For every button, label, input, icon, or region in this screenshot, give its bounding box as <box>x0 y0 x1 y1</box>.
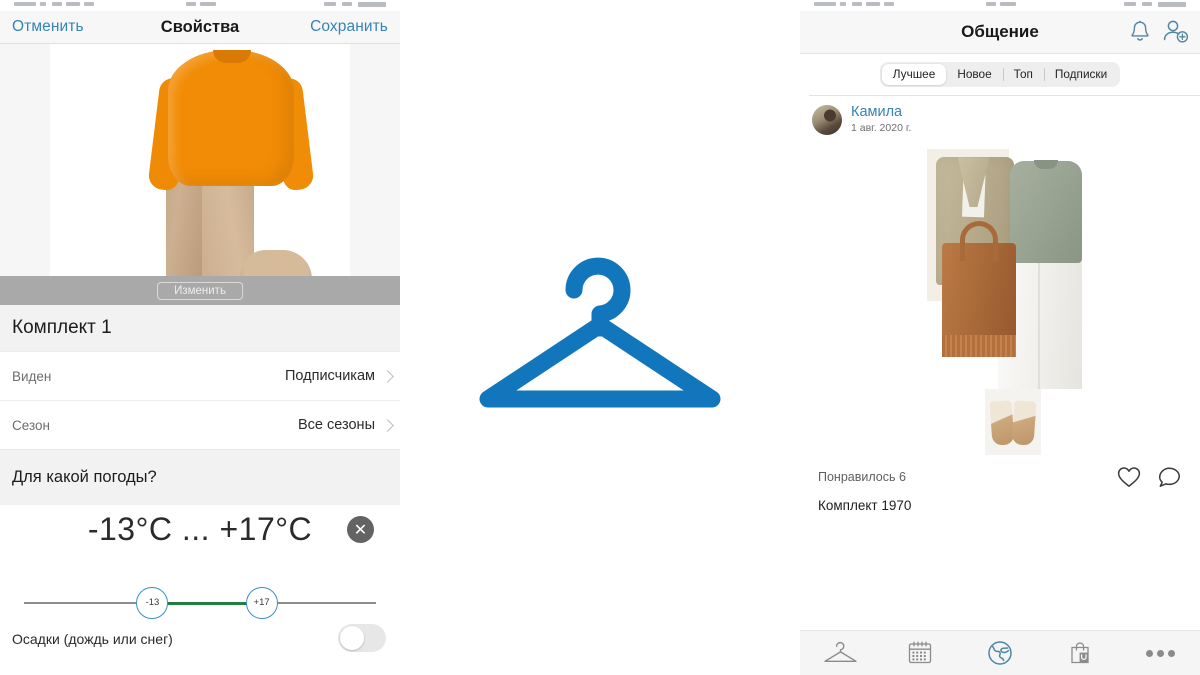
status-carrier-glyph <box>814 2 836 6</box>
left-phone-panel: Отменить Свойства Сохранить Изменить Ком… <box>0 0 400 675</box>
navbar-icon-group <box>1128 19 1190 45</box>
feed-filter-tabs: Лучшее Новое Топ Подписки <box>800 54 1200 95</box>
property-row-visibility[interactable]: Виден Подписчикам <box>0 351 400 400</box>
right-navbar: Общение <box>800 11 1200 54</box>
segmented-control: Лучшее Новое Топ Подписки <box>879 62 1121 87</box>
more-icon <box>1145 649 1175 657</box>
tab-wardrobe[interactable] <box>815 640 865 666</box>
status-glyph <box>66 2 80 6</box>
temperature-range-control: -13°C ... +17°C ✕ -13 +17 <box>0 505 400 623</box>
likes-count-label: Понравилось 6 <box>818 470 906 485</box>
temperature-range-slider[interactable]: -13 +17 <box>24 583 376 623</box>
status-glyph <box>52 2 62 6</box>
tab-shop[interactable] <box>1055 639 1105 667</box>
mule-shoe-left <box>988 400 1015 447</box>
property-row-season[interactable]: Сезон Все сезоны <box>0 400 400 449</box>
status-glyph <box>84 2 94 6</box>
precipitation-row[interactable]: Осадки (дождь или снег) <box>0 623 400 653</box>
status-glyph <box>40 2 46 6</box>
edit-band: Изменить <box>0 276 400 305</box>
temperature-range-value: -13°C ... +17°C <box>87 511 313 547</box>
hanger-icon <box>824 641 857 662</box>
status-glyph <box>342 2 352 6</box>
property-value-group: Подписчикам <box>284 368 394 384</box>
green-tshirt <box>1009 160 1082 264</box>
save-button[interactable]: Сохранить <box>310 18 388 36</box>
globe-icon <box>988 641 1012 665</box>
hanger-logo-icon <box>479 257 721 407</box>
tab-more[interactable] <box>1135 649 1185 657</box>
orange-sweater <box>168 50 294 186</box>
post-author-name[interactable]: Камила <box>851 104 911 121</box>
status-battery-icon <box>1158 2 1186 7</box>
tab-community[interactable] <box>975 638 1025 668</box>
tab-new[interactable]: Новое <box>946 64 1002 85</box>
status-battery-icon <box>358 2 386 7</box>
status-time <box>186 2 196 6</box>
property-label: Сезон <box>12 417 50 433</box>
outfit-name-field[interactable]: Комплект 1 <box>0 305 400 351</box>
status-time <box>1000 2 1016 6</box>
avatar[interactable] <box>812 104 842 135</box>
property-label: Виден <box>12 368 52 384</box>
status-glyph <box>840 2 846 6</box>
post-action-group <box>1116 465 1182 489</box>
status-glyph <box>324 2 336 6</box>
outfit-image <box>50 44 350 305</box>
property-value: Все сезоны <box>298 417 375 433</box>
precipitation-label: Осадки (дождь или снег) <box>12 631 173 647</box>
property-value-group: Все сезоны <box>298 417 394 433</box>
slider-knob-min[interactable]: -13 <box>136 587 169 619</box>
dot <box>1156 649 1164 657</box>
chevron-right-icon <box>381 369 394 383</box>
weather-section-title: Для какой погоды? <box>0 449 400 505</box>
outfit-preview[interactable]: Изменить <box>0 44 400 305</box>
precipitation-toggle[interactable] <box>338 624 386 652</box>
status-time <box>200 2 216 6</box>
status-glyph <box>1142 2 1152 6</box>
left-navbar: Отменить Свойства Сохранить <box>0 11 400 44</box>
dot <box>1145 649 1153 657</box>
slider-knob-max[interactable]: +17 <box>245 587 278 619</box>
heart-icon[interactable] <box>1116 465 1142 489</box>
status-carrier-glyph <box>14 2 36 6</box>
chevron-right-icon <box>381 418 394 432</box>
add-user-icon[interactable] <box>1162 19 1190 45</box>
tab-calendar[interactable] <box>895 639 945 667</box>
edit-button[interactable]: Изменить <box>157 281 243 300</box>
status-time <box>986 2 996 6</box>
dot <box>1167 649 1175 657</box>
post-date: 1 авг. 2020 г. <box>851 121 912 134</box>
screenshot-stage: Отменить Свойства Сохранить Изменить Ком… <box>0 0 1200 675</box>
tab-subscriptions[interactable]: Подписки <box>1043 64 1118 85</box>
property-value: Подписчикам <box>284 368 375 384</box>
bell-icon[interactable] <box>1128 19 1152 45</box>
status-glyph <box>866 2 880 6</box>
mule-shoes <box>984 389 1041 456</box>
post-outfit-image[interactable] <box>917 149 1083 460</box>
comment-icon[interactable] <box>1156 465 1182 489</box>
cancel-button[interactable]: Отменить <box>12 18 84 36</box>
post-caption: Комплект 1970 <box>800 489 1200 514</box>
right-phone-panel: Общение Лучшее Новое Топ Подписки Камила… <box>800 0 1200 675</box>
left-status-bar <box>0 0 400 11</box>
post-header[interactable]: Камила 1 авг. 2020 г. <box>800 96 1200 142</box>
right-status-bar <box>800 0 1200 11</box>
tab-best[interactable]: Лучшее <box>881 64 947 85</box>
status-glyph <box>884 2 894 6</box>
calendar-icon <box>908 641 932 664</box>
status-glyph <box>852 2 862 6</box>
shopping-bag-icon <box>1071 642 1089 664</box>
post-meta-row: Понравилось 6 <box>800 459 1200 490</box>
feed-title: Общение <box>961 22 1039 41</box>
mule-shoe-right <box>1010 400 1037 447</box>
status-glyph <box>1124 2 1136 6</box>
clear-icon[interactable]: ✕ <box>347 516 374 543</box>
fringe-tote-bag <box>941 221 1016 358</box>
bottom-tabbar <box>800 630 1200 675</box>
center-logo-area <box>400 0 800 675</box>
post-author-block: Камила 1 авг. 2020 г. <box>851 104 911 135</box>
tab-top[interactable]: Топ <box>1002 64 1044 85</box>
